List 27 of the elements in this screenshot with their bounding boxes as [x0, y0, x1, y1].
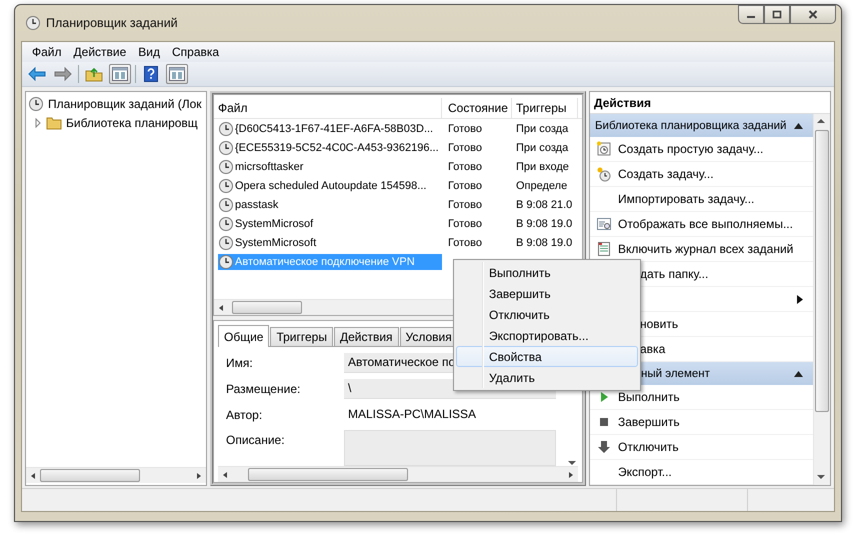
table-cell-text: Определе — [515, 180, 568, 192]
table-cell-text: Готово — [447, 122, 483, 134]
table-cell-text: Готово — [447, 160, 483, 172]
table-cell: Автоматическое подключение VPN — [235, 256, 415, 268]
table-cell: SystemMicrosoft — [235, 236, 316, 248]
field-label: Размещение: — [226, 381, 302, 396]
table-cell-text: При входе — [515, 160, 570, 172]
table-cell: {ECE55319-5C52-4C0C-A453-9362196... — [235, 142, 439, 154]
table-cell-text: Готово — [447, 198, 483, 210]
table-cell: micrsofttasker — [235, 160, 304, 172]
table-cell-text: В 9:08 19.0 — [515, 218, 574, 230]
table-cell: Opera scheduled Autoupdate 154598... — [235, 180, 426, 192]
table-cell-text: Готово — [447, 142, 483, 154]
table-cell: {D60C5413-1F67-41EF-A6FA-58B03D... — [235, 122, 434, 134]
field-label: Имя: — [226, 355, 254, 370]
field-label: Автор: — [226, 407, 264, 422]
field-label: Описание: — [226, 432, 286, 447]
table-cell-text: Готово — [447, 218, 483, 230]
table-cell-text: В 9:08 21.0 — [515, 198, 574, 210]
table-cell: passtask — [235, 198, 278, 210]
window-title: Планировщик заданий — [46, 16, 178, 30]
table-cell-text: При созда — [515, 142, 570, 154]
table-cell-text: Готово — [447, 236, 483, 248]
table-cell-text: При созда — [515, 122, 570, 134]
table-cell-text: Готово — [447, 180, 483, 192]
table-cell: SystemMicrosof — [235, 218, 314, 230]
table-cell-text: В 9:08 19.0 — [515, 236, 574, 248]
